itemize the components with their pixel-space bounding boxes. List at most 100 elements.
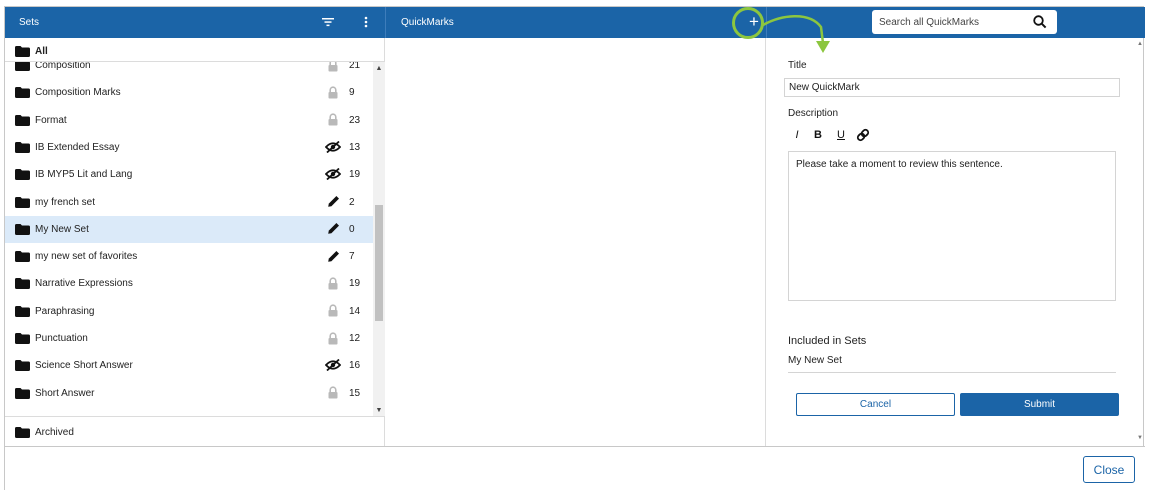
set-count: 23 [349,114,361,126]
set-label: IB MYP5 Lit and Lang [35,169,133,181]
set-row[interactable]: Paraphrasing 14 [5,298,373,325]
search-box [872,10,1057,34]
close-button[interactable]: Close [1083,456,1135,483]
included-in-sets-label: Included in Sets [788,335,867,347]
set-label: Narrative Expressions [35,278,133,290]
title-input[interactable] [784,78,1120,97]
included-sets-field[interactable]: My New Set [788,355,1116,373]
sets-panel: All Composition 21 Composition Marks 9 Forma… [5,38,385,446]
quickmarks-list-panel [385,38,766,446]
set-count: 21 [349,62,361,71]
lock-icon [325,330,341,346]
scroll-up-icon[interactable]: ▲ [373,62,385,74]
set-count: 19 [349,278,361,290]
submit-button[interactable]: Submit [960,393,1119,416]
set-row[interactable]: Science Short Answer 16 [5,352,373,379]
set-row[interactable]: IB MYP5 Lit and Lang 19 [5,161,373,188]
set-label-archived: Archived [35,427,74,438]
set-count: 2 [349,196,355,208]
set-label: Short Answer [35,387,95,399]
folder-icon [15,141,30,153]
folder-icon [15,387,30,399]
set-row[interactable]: Short Answer 15 [5,380,373,407]
lock-icon [325,84,341,100]
folder-icon [15,427,30,438]
folder-icon [15,87,30,99]
set-label: Composition Marks [35,87,121,99]
link-icon[interactable] [855,127,871,143]
sets-scrollbar[interactable]: ▲ ▼ [373,62,385,416]
folder-icon [15,114,30,126]
set-row[interactable]: my new set of favorites 7 [5,243,373,270]
quickmarks-header: QuickMarks [385,7,766,38]
set-count: 0 [349,223,355,235]
more-options-icon[interactable] [357,13,375,31]
set-row[interactable]: my french set 2 [5,189,373,216]
folder-icon [15,305,30,317]
set-label: IB Extended Essay [35,141,120,153]
underline-button[interactable]: U [833,127,849,143]
pencil-icon [325,194,341,210]
lock-icon [325,303,341,319]
set-row[interactable]: Narrative Expressions 19 [5,270,373,297]
set-row[interactable]: My New Set 0 [5,215,373,243]
folder-icon [15,62,30,71]
folder-icon [15,278,30,290]
set-list: Composition 21 Composition Marks 9 Format 23 I… [5,62,373,416]
lock-icon [325,62,341,73]
folder-icon [15,223,30,235]
pencil-icon [325,248,341,264]
sets-title: Sets [19,17,40,28]
set-count: 9 [349,87,355,99]
set-label: Paraphrasing [35,305,95,317]
pencil-icon [325,221,341,237]
set-count: 13 [349,141,361,153]
editor-scrollbar[interactable]: ▲ ▼ [1136,38,1144,446]
folder-icon [15,333,30,344]
set-row[interactable]: Composition 21 [5,62,373,79]
italic-button[interactable]: I [789,127,805,143]
folder-icon [15,251,30,263]
lock-icon [325,385,341,401]
eye-off-icon [325,166,341,182]
eye-off-icon [325,357,341,373]
set-label: Format [35,114,67,126]
set-row[interactable]: Composition Marks 9 [5,79,373,106]
set-label: my french set [35,196,96,208]
cancel-button[interactable]: Cancel [796,393,955,416]
quickmarks-manager-window: Sets QuickMarks + All Composition21Compo… [4,6,1145,491]
set-row[interactable]: IB Extended Essay 13 [5,134,373,161]
filter-icon[interactable] [319,13,337,31]
set-row[interactable]: Punctuation 12 [5,325,373,352]
scroll-thumb[interactable] [375,205,383,321]
dialog-footer: Close [5,446,1145,491]
set-count: 15 [349,387,361,399]
folder-icon [15,196,30,208]
lock-icon [325,112,341,128]
lock-icon [325,275,341,291]
set-count: 12 [349,333,361,344]
sets-header: Sets [5,7,385,38]
set-row[interactable]: Format 23 [5,107,373,134]
set-count: 14 [349,305,361,317]
set-label-all: All [35,46,48,57]
set-label: Science Short Answer [35,360,133,372]
set-label: Composition [35,62,91,71]
quickmark-editor: Title Description I B U Please take a mo… [766,38,1144,446]
search-input[interactable] [872,10,1022,34]
scroll-up-icon[interactable]: ▲ [1136,41,1144,49]
set-label: My New Set [35,223,89,235]
scroll-down-icon[interactable]: ▼ [373,404,385,416]
search-icon[interactable] [1032,14,1048,30]
folder-icon [15,46,30,57]
quickmarks-title: QuickMarks [401,17,454,28]
set-count: 7 [349,251,355,263]
set-row-archived[interactable]: Archived [5,416,385,446]
scroll-down-icon[interactable]: ▼ [1136,435,1144,443]
set-row-all[interactable]: All [5,38,385,62]
set-count: 16 [349,360,361,372]
description-editor[interactable]: Please take a moment to review this sent… [788,151,1116,301]
bold-button[interactable]: B [810,127,826,143]
folder-icon [15,169,30,181]
description-label: Description [788,108,839,119]
